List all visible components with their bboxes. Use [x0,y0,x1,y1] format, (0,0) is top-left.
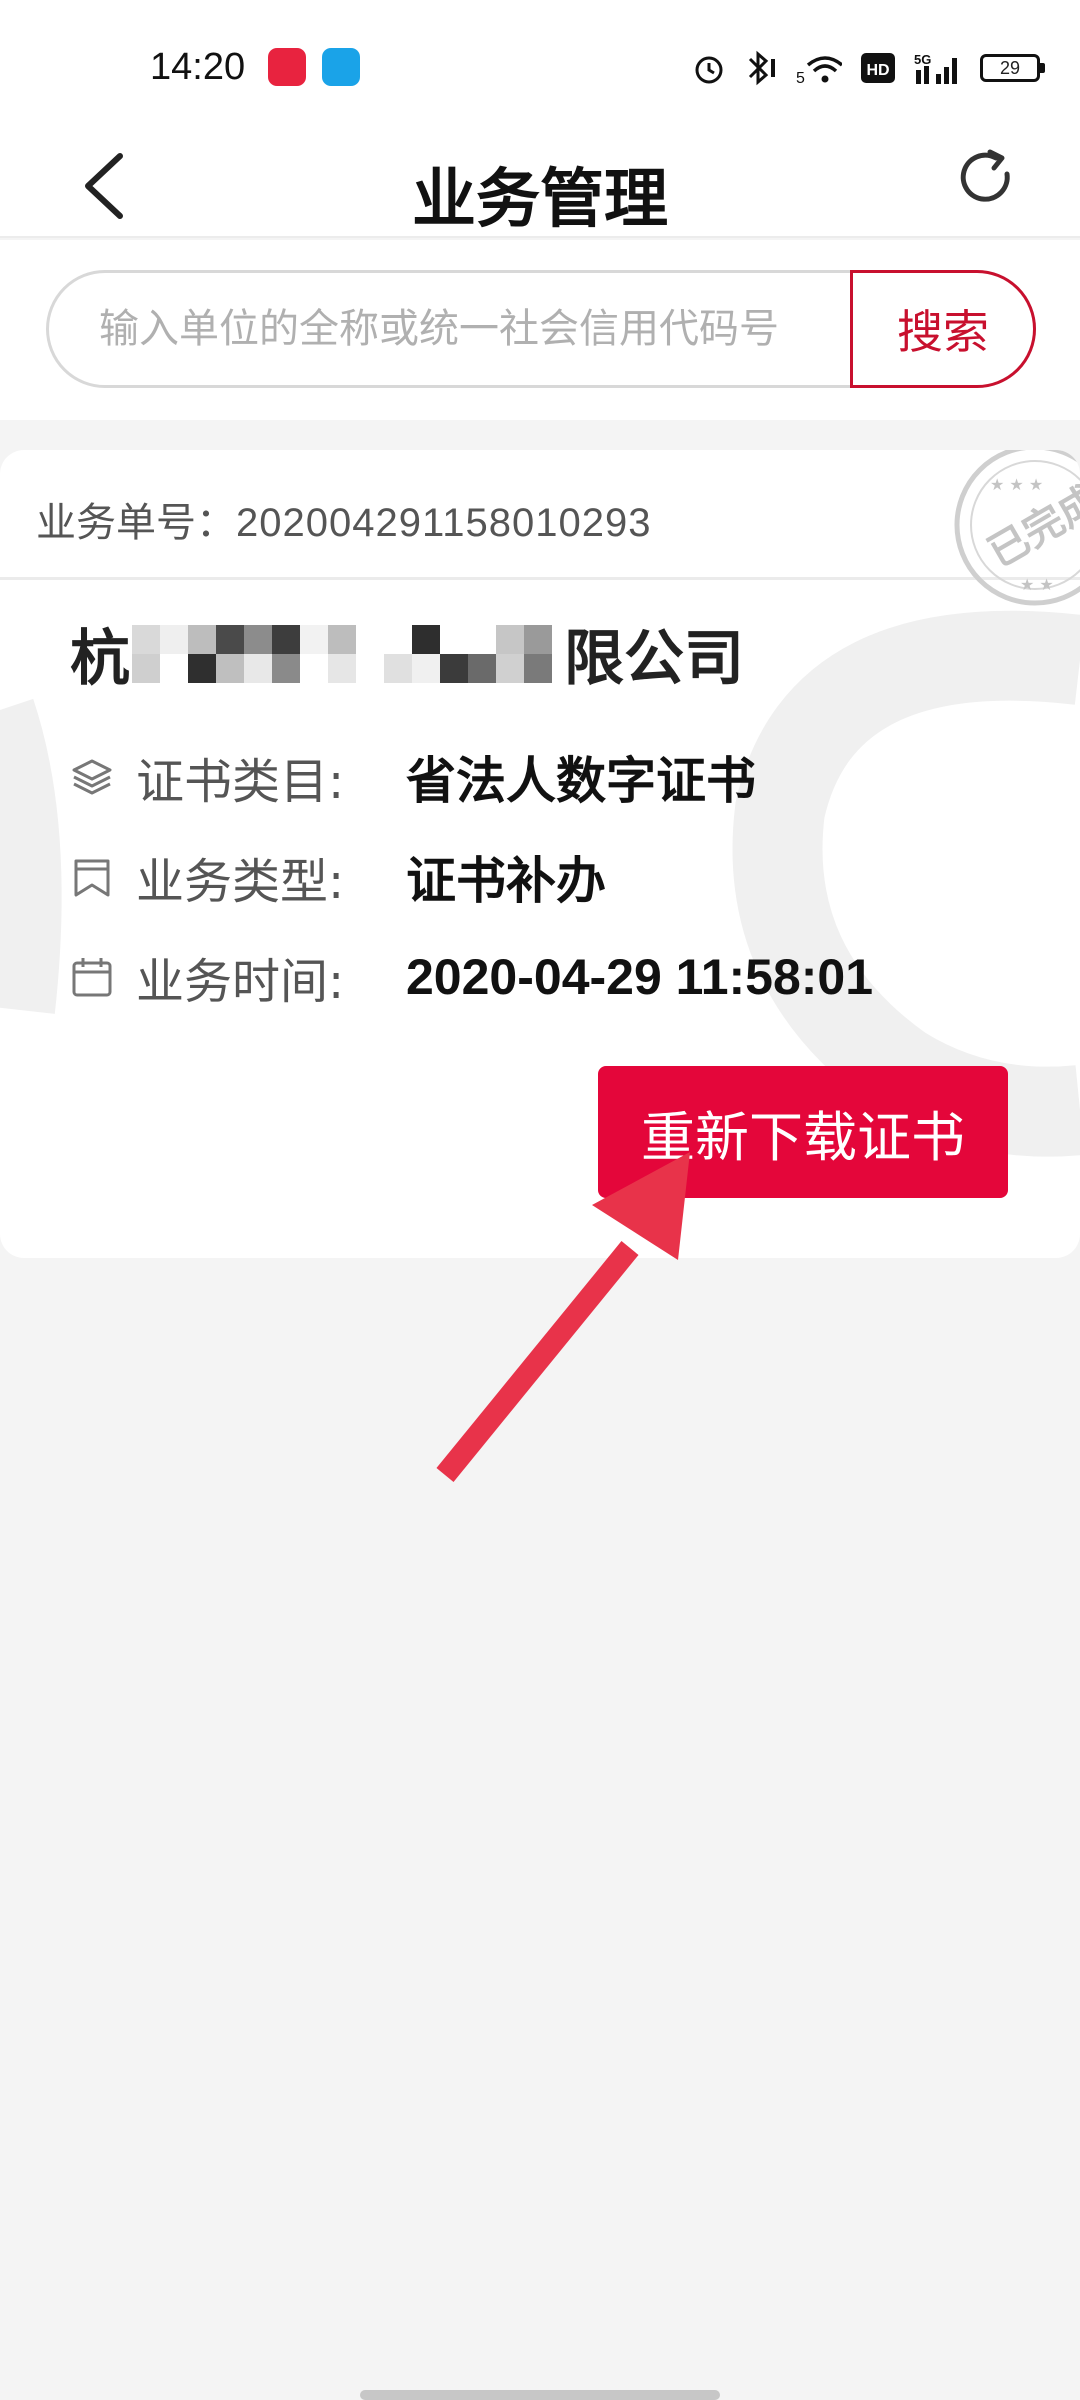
search-box: 搜索 [46,270,1036,388]
calendar-icon [72,958,112,997]
info-row-business-time: 业务时间: 2020-04-29 11:58:01 [70,942,873,1012]
info-value: 省法人数字证书 [406,752,756,810]
page-title: 业务管理 [412,163,668,237]
home-indicator[interactable] [360,2390,720,2400]
order-number: 202004291158010293 [236,501,652,545]
company-name-prefix: 杭 [70,624,130,694]
alarm-icon [695,56,723,84]
business-record-card[interactable]: 业务单号：202004291158010293 已完成 ★ ★ ★ ★ ★ 杭 … [0,450,1080,1258]
app-header: 业务管理 [0,130,1080,238]
svg-text:★ ★ ★: ★ ★ ★ [990,475,1043,494]
app-badge-red-icon [268,48,306,86]
info-value: 证书补办 [406,852,606,910]
signal-icon: 5G [914,52,957,84]
info-label: 证书类目: [136,754,345,810]
bookmark-icon [74,859,110,897]
battery-level: 29 [999,58,1021,78]
info-label: 业务时间: [136,954,345,1010]
info-row-certificate-category: 证书类目: 省法人数字证书 [70,742,756,812]
svg-text:HD: HD [866,62,889,79]
info-row-business-type: 业务类型: 证书补办 [70,842,606,912]
svg-text:5: 5 [796,70,805,85]
app-badge-blue-icon [322,48,360,86]
company-name-suffix: 限公司 [564,624,744,694]
refresh-icon[interactable] [950,144,1020,214]
redownload-certificate-button[interactable]: 重新下载证书 [598,1066,1008,1198]
battery-icon: 29 [980,54,1045,82]
order-number-label: 业务单号： [36,500,236,546]
search-area: 搜索 [0,240,1080,420]
svg-text:★ ★: ★ ★ [1020,575,1054,594]
wifi-icon: 5 [796,56,842,85]
info-label: 业务类型: [136,854,345,910]
order-number-row: 业务单号：202004291158010293 已完成 ★ ★ ★ ★ ★ [0,450,1080,606]
status-bar: 14:20 5 HD 5G 29 [0,0,1080,130]
company-name-mosaic [132,624,562,683]
search-input[interactable] [99,273,869,385]
company-name: 杭 限公司 [70,610,744,697]
bluetooth-icon [748,50,775,86]
completed-stamp-icon: 已完成 ★ ★ ★ ★ ★ [954,450,1080,606]
info-value: 2020-04-29 11:58:01 [406,949,874,1005]
layers-icon [72,759,112,795]
svg-text:5G: 5G [914,52,931,67]
hd-icon: HD [861,53,895,83]
status-time: 14:20 [150,46,246,88]
search-button[interactable]: 搜索 [850,270,1036,388]
